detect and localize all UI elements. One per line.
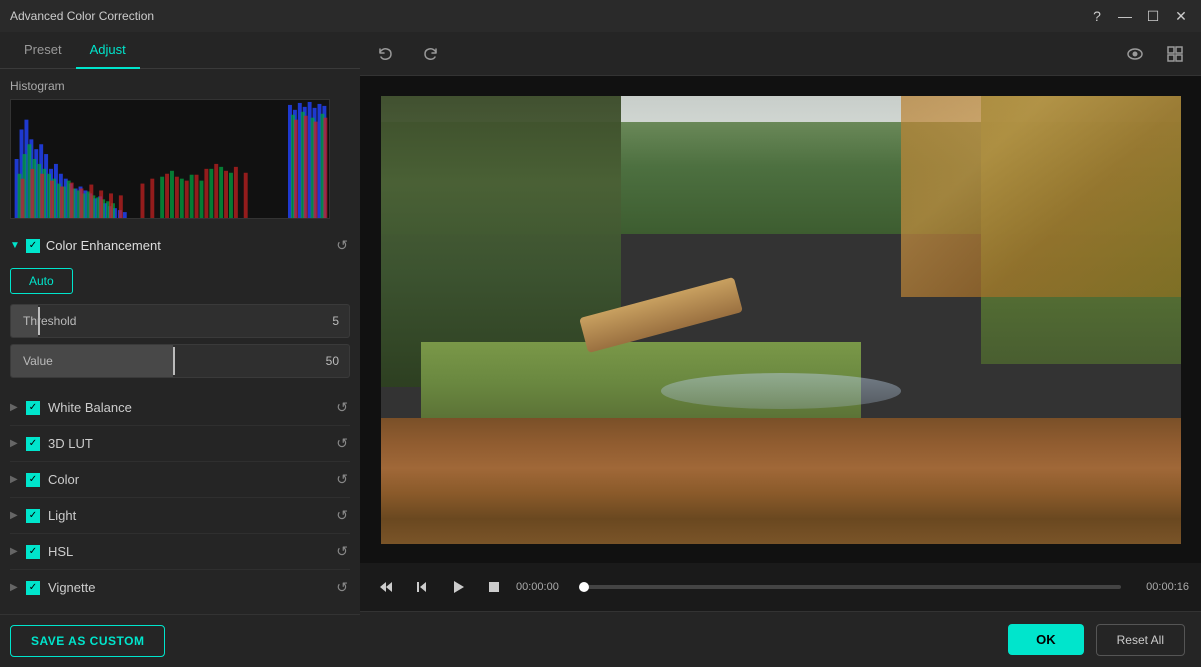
- video-preview: [381, 96, 1181, 544]
- 3d-lut-label: 3D LUT: [48, 436, 93, 451]
- section-item-white-balance-left: ▶ ✓ White Balance: [10, 400, 132, 415]
- progress-bar[interactable]: [584, 585, 1121, 589]
- color-enhancement-checkbox[interactable]: ✓: [26, 239, 40, 253]
- undo-button[interactable]: [372, 40, 400, 68]
- 3d-lut-expand[interactable]: ▶: [10, 438, 18, 449]
- time-total: 00:00:16: [1129, 581, 1189, 593]
- scene-foreground: [381, 418, 1181, 543]
- 3d-lut-checkbox[interactable]: ✓: [26, 437, 40, 451]
- section-item-color[interactable]: ▶ ✓ Color ↺: [10, 462, 350, 498]
- left-panel: Preset Adjust Histogram: [0, 32, 360, 667]
- progress-thumb: [579, 582, 589, 592]
- scene-reflection: [661, 373, 901, 409]
- hsl-checkbox[interactable]: ✓: [26, 545, 40, 559]
- hsl-label: HSL: [48, 544, 73, 559]
- redo-button[interactable]: [416, 40, 444, 68]
- step-back-button[interactable]: [408, 573, 436, 601]
- toolbar-right: [1121, 40, 1189, 68]
- video-area: [360, 76, 1201, 563]
- vignette-reset[interactable]: ↺: [334, 577, 350, 598]
- hsl-reset[interactable]: ↺: [334, 541, 350, 562]
- section-item-3d-lut-left: ▶ ✓ 3D LUT: [10, 436, 93, 451]
- section-item-hsl-left: ▶ ✓ HSL: [10, 544, 73, 559]
- white-balance-checkbox[interactable]: ✓: [26, 401, 40, 415]
- histogram-label: Histogram: [10, 79, 350, 93]
- left-bottom-bar: SAVE AS CUSTOM: [0, 614, 360, 667]
- toolbar: [360, 32, 1201, 76]
- section-item-white-balance[interactable]: ▶ ✓ White Balance ↺: [10, 390, 350, 426]
- vignette-label: Vignette: [48, 580, 95, 595]
- histogram-chart: [10, 99, 330, 219]
- color-enhancement-header: ▼ ✓ Color Enhancement ↺: [10, 227, 350, 264]
- color-label: Color: [48, 472, 79, 487]
- section-item-light[interactable]: ▶ ✓ Light ↺: [10, 498, 350, 534]
- section-item-vignette[interactable]: ▶ ✓ Vignette ↺: [10, 570, 350, 605]
- window-title: Advanced Color Correction: [10, 9, 154, 23]
- light-reset[interactable]: ↺: [334, 505, 350, 526]
- color-enhancement-name: Color Enhancement: [46, 238, 161, 253]
- stop-button[interactable]: [480, 573, 508, 601]
- tab-adjust[interactable]: Adjust: [76, 32, 140, 69]
- color-enhancement-expand[interactable]: ▼: [10, 240, 20, 251]
- tabs-bar: Preset Adjust: [0, 32, 360, 69]
- 3d-lut-reset[interactable]: ↺: [334, 433, 350, 454]
- white-balance-label: White Balance: [48, 400, 132, 415]
- right-panel: 00:00:00 00:00:16 OK Reset All: [360, 32, 1201, 667]
- value-slider[interactable]: Value 50: [10, 344, 350, 378]
- threshold-slider[interactable]: Threshold 5: [10, 304, 350, 338]
- color-reset[interactable]: ↺: [334, 469, 350, 490]
- toolbar-left: [372, 40, 444, 68]
- section-item-hsl[interactable]: ▶ ✓ HSL ↺: [10, 534, 350, 570]
- section-item-vignette-left: ▶ ✓ Vignette: [10, 580, 95, 595]
- save-as-custom-button[interactable]: SAVE AS CUSTOM: [10, 625, 165, 657]
- tab-preset[interactable]: Preset: [10, 32, 76, 69]
- help-button[interactable]: ?: [1087, 6, 1107, 26]
- play-button[interactable]: [444, 573, 472, 601]
- layout-button[interactable]: [1161, 40, 1189, 68]
- maximize-button[interactable]: ☐: [1143, 6, 1163, 26]
- vignette-expand[interactable]: ▶: [10, 582, 18, 593]
- vignette-checkbox[interactable]: ✓: [26, 581, 40, 595]
- white-balance-expand[interactable]: ▶: [10, 402, 18, 413]
- close-button[interactable]: ✕: [1171, 6, 1191, 26]
- section-item-light-left: ▶ ✓ Light: [10, 508, 76, 523]
- auto-button-container: Auto: [10, 264, 350, 304]
- color-checkbox[interactable]: ✓: [26, 473, 40, 487]
- section-item-3d-lut[interactable]: ▶ ✓ 3D LUT ↺: [10, 426, 350, 462]
- rewind-button[interactable]: [372, 573, 400, 601]
- bottom-bar: OK Reset All: [360, 611, 1201, 667]
- section-item-color-left: ▶ ✓ Color: [10, 472, 79, 487]
- color-enhancement-checkbox-label: ✓ Color Enhancement: [26, 238, 161, 253]
- color-enhancement-section: ▼ ✓ Color Enhancement ↺ Auto Threshold 5: [0, 227, 360, 384]
- light-checkbox[interactable]: ✓: [26, 509, 40, 523]
- time-current: 00:00:00: [516, 581, 576, 593]
- light-expand[interactable]: ▶: [10, 510, 18, 521]
- playback-bar: 00:00:00 00:00:16: [360, 563, 1201, 611]
- minimize-button[interactable]: —: [1115, 6, 1135, 26]
- auto-button[interactable]: Auto: [10, 268, 73, 294]
- main-layout: Preset Adjust Histogram: [0, 32, 1201, 667]
- titlebar-controls: ? — ☐ ✕: [1087, 6, 1191, 26]
- histogram-section: Histogram: [0, 69, 360, 227]
- sections-list: ▶ ✓ White Balance ↺ ▶ ✓ 3D LUT ↺ ▶ ✓ Col: [0, 384, 360, 611]
- color-enhancement-reset[interactable]: ↺: [334, 235, 350, 256]
- light-label: Light: [48, 508, 76, 523]
- hsl-expand[interactable]: ▶: [10, 546, 18, 557]
- color-expand[interactable]: ▶: [10, 474, 18, 485]
- ok-button[interactable]: OK: [1008, 624, 1084, 655]
- white-balance-reset[interactable]: ↺: [334, 397, 350, 418]
- scene-autumn: [901, 96, 1181, 298]
- section-header-left: ▼ ✓ Color Enhancement: [10, 238, 161, 253]
- titlebar: Advanced Color Correction ? — ☐ ✕: [0, 0, 1201, 32]
- preview-button[interactable]: [1121, 40, 1149, 68]
- reset-all-button[interactable]: Reset All: [1096, 624, 1185, 656]
